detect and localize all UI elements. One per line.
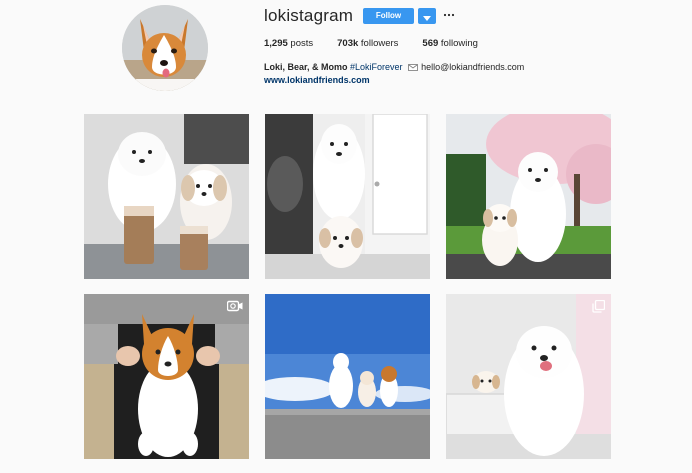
- post-image: [446, 114, 611, 279]
- following-count[interactable]: 569 following: [422, 38, 477, 49]
- post-thumbnail[interactable]: [446, 114, 611, 279]
- post-thumbnail[interactable]: [265, 114, 430, 279]
- post-image: [446, 294, 611, 459]
- profile-full-name: Loki, Bear, & Momo: [264, 62, 348, 72]
- triangle-down-icon: [423, 16, 431, 21]
- post-thumbnail[interactable]: [84, 294, 249, 459]
- followers-count[interactable]: 703k followers: [337, 38, 398, 49]
- envelope-icon: [408, 64, 418, 71]
- follow-button[interactable]: Follow: [363, 8, 414, 24]
- bio-hashtag-link[interactable]: #LokiForever: [350, 62, 403, 72]
- post-thumbnail[interactable]: [84, 114, 249, 279]
- profile-stats: 1,295 posts 703k followers 569 following: [264, 38, 502, 49]
- posts-count-value: 1,295: [264, 38, 288, 49]
- followers-count-label: followers: [360, 38, 399, 49]
- suggestions-dropdown-button[interactable]: [418, 8, 436, 24]
- post-image: [265, 294, 430, 459]
- posts-count: 1,295 posts: [264, 38, 313, 49]
- profile-bio: Loki, Bear, & Momo #LokiForever hello@lo…: [264, 62, 524, 72]
- profile-username: lokistagram: [264, 6, 354, 25]
- more-options-button[interactable]: [443, 8, 455, 20]
- posts-grid: [84, 114, 611, 459]
- posts-count-label: posts: [290, 38, 314, 49]
- post-thumbnail[interactable]: [446, 294, 611, 459]
- profile-avatar[interactable]: [122, 5, 208, 91]
- bio-email: hello@lokiandfriends.com: [421, 62, 525, 72]
- following-count-value: 569: [422, 38, 439, 49]
- post-image: [84, 294, 249, 459]
- post-thumbnail[interactable]: [265, 294, 430, 459]
- profile-website-link[interactable]: www.lokiandfriends.com: [264, 75, 370, 85]
- post-image: [265, 114, 430, 279]
- following-count-label: following: [440, 38, 478, 49]
- carousel-icon: [592, 300, 605, 313]
- ellipsis-icon: [443, 13, 455, 17]
- video-camera-icon: [227, 300, 243, 312]
- followers-count-value: 703k: [337, 38, 359, 49]
- post-image: [84, 114, 249, 279]
